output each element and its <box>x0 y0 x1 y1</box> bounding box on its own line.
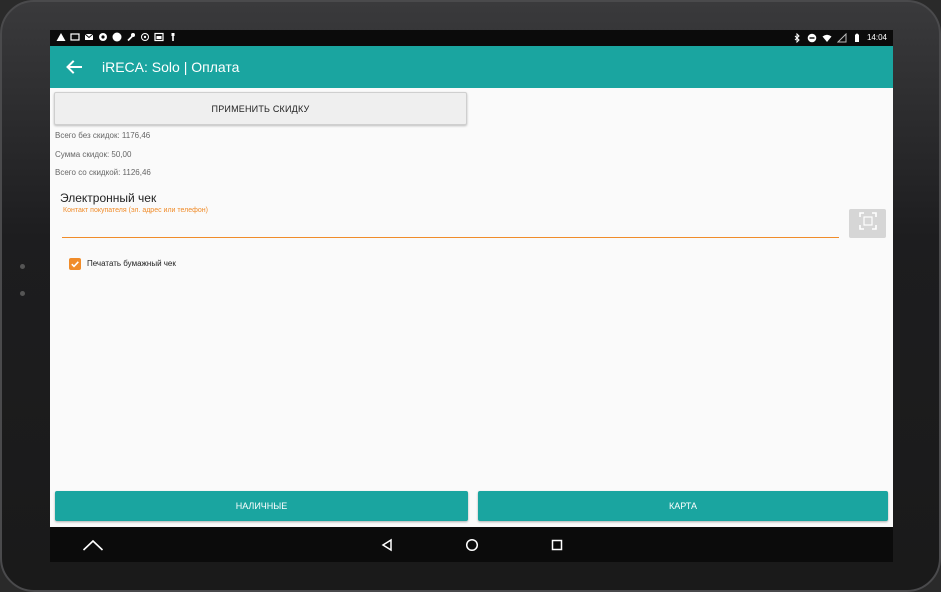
settings-icon <box>98 32 108 42</box>
home-nav-icon[interactable] <box>463 536 481 554</box>
sensor-dot <box>20 291 25 296</box>
hide-keyboard-icon[interactable] <box>82 536 104 554</box>
customer-contact-input[interactable] <box>62 217 839 238</box>
discount-sum: Сумма скидок: 50,00 <box>55 150 132 159</box>
recents-nav-icon[interactable] <box>548 536 566 554</box>
bluetooth-icon <box>792 33 802 43</box>
battery-icon <box>852 33 862 43</box>
wifi-icon <box>822 33 832 43</box>
location-icon <box>140 32 150 42</box>
wrench-icon <box>126 32 136 42</box>
total-without-discount: Всего без скидок: 1176,46 <box>55 131 151 140</box>
circle-icon <box>112 32 122 42</box>
calendar-icon <box>154 32 164 42</box>
back-arrow-icon[interactable] <box>62 55 86 79</box>
qr-scan-icon <box>858 212 877 235</box>
paper-receipt-option[interactable]: Печатать бумажный чек <box>69 258 176 270</box>
qr-scan-button[interactable] <box>849 209 886 238</box>
check-icon <box>71 261 79 268</box>
contact-input-hint: Контакт покупателя (эл. адрес или телефо… <box>63 207 209 214</box>
navigation-bar <box>50 527 893 562</box>
total-with-discount: Всего со скидкой: 1126,46 <box>55 168 151 177</box>
back-nav-icon[interactable] <box>378 536 396 554</box>
cash-button[interactable]: НАЛИЧНЫЕ <box>55 491 468 521</box>
apply-discount-button[interactable]: ПРИМЕНИТЬ СКИДКУ <box>54 92 467 125</box>
mail-icon <box>84 32 94 42</box>
device-screen: 14:04 iRECA: Solo | Оплата ПРИМЕНИТЬ СКИ… <box>50 30 893 562</box>
card-button[interactable]: КАРТА <box>478 491 888 521</box>
image-icon <box>70 32 80 42</box>
warning-icon <box>56 32 66 42</box>
app-bar: iRECA: Solo | Оплата <box>50 46 893 88</box>
app-title: iRECA: Solo | Оплата <box>102 59 240 75</box>
paper-receipt-checkbox[interactable] <box>69 258 81 270</box>
dnd-icon <box>807 33 817 43</box>
camera-dot <box>20 264 25 269</box>
paper-receipt-label: Печатать бумажный чек <box>87 259 176 268</box>
ereceipt-title: Электронный чек <box>60 191 157 205</box>
figure-icon <box>168 32 178 42</box>
signal-icon <box>836 33 847 43</box>
status-bar: 14:04 <box>50 30 893 46</box>
status-time: 14:04 <box>866 33 887 42</box>
